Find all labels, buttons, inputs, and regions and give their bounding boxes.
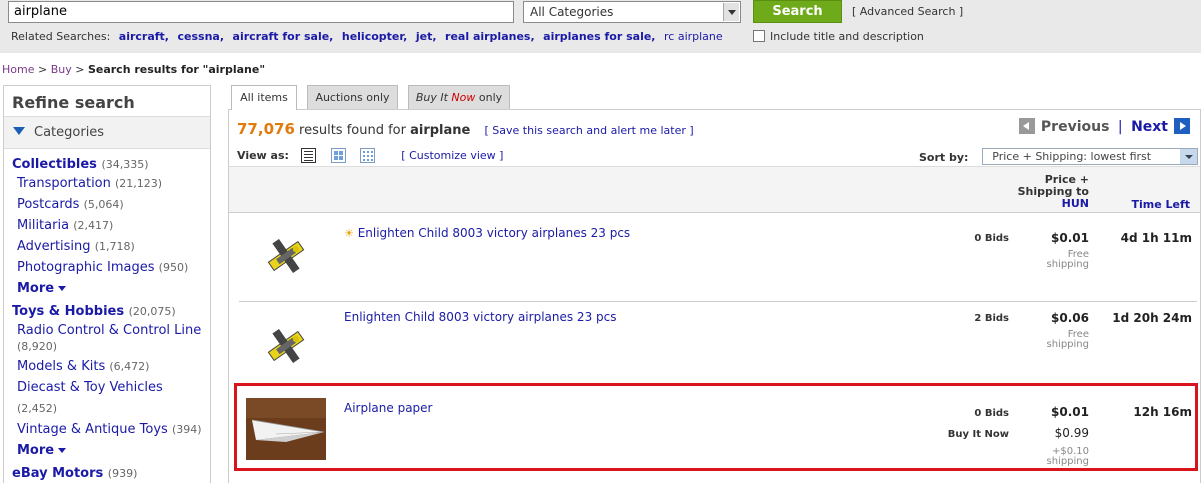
list-view-icon[interactable]	[300, 148, 316, 163]
more-categories-link[interactable]: More	[12, 440, 202, 461]
search-input[interactable]: airplane	[8, 1, 514, 23]
category-count: (394)	[171, 423, 202, 436]
view-as-controls: View as: [ Customize view ]	[237, 148, 504, 163]
save-search-link[interactable]: [ Save this search and alert me later ]	[485, 124, 694, 137]
subcategory-item[interactable]: Militaria (2,417)	[12, 215, 202, 236]
related-searches-label: Related Searches:	[11, 30, 111, 43]
result-count-number: 77,076	[237, 120, 295, 138]
category-select-value: All Categories	[530, 5, 614, 19]
bid-count: 2 Bids	[974, 313, 1009, 324]
category-select[interactable]: All Categories	[523, 1, 741, 23]
listing-title-link[interactable]: ☀ Enlighten Child 8003 victory airplanes…	[344, 226, 630, 240]
chevron-down-icon	[58, 286, 67, 291]
sort-select[interactable]: Price + Shipping: lowest first	[982, 148, 1199, 165]
next-page-link[interactable]: Next	[1131, 119, 1168, 135]
categories-header[interactable]: Categories	[4, 117, 210, 149]
chevron-down-icon[interactable]	[1180, 149, 1198, 164]
highlight-box	[234, 383, 1198, 471]
tab-all-items[interactable]: All items	[231, 85, 297, 110]
category-count: (1,718)	[94, 240, 135, 253]
category-count: (34,335)	[101, 158, 149, 171]
breadcrumb-separator: >	[34, 63, 51, 76]
results-count: 77,076 results found for airplane [ Save…	[237, 120, 694, 138]
category-count: (5,064)	[83, 198, 124, 211]
category-count: (6,472)	[109, 360, 150, 373]
results-column-header: Price + Shipping to HUN Time Left	[229, 166, 1200, 213]
price-column-header[interactable]: Price + Shipping to HUN	[1018, 174, 1089, 210]
category-count: (8,920)	[17, 340, 58, 353]
category-list: Collectibles (34,335) Transportation (21…	[4, 149, 210, 482]
time-left-column-header[interactable]: Time Left	[1131, 198, 1190, 211]
related-search-link[interactable]: aircraft,	[119, 30, 169, 43]
category-ebay-motors[interactable]: eBay Motors (939)	[12, 465, 202, 482]
toy-plane-image[interactable]	[246, 313, 326, 375]
grid-view-icon[interactable]	[360, 148, 376, 163]
listing-row: ☀ Enlighten Child 8003 victory airplanes…	[239, 223, 1197, 302]
chevron-down-icon	[58, 448, 67, 453]
advanced-search-link[interactable]: [ Advanced Search ]	[852, 5, 963, 18]
include-description-label: Include title and description	[770, 30, 924, 43]
featured-sun-icon: ☀	[344, 227, 354, 240]
related-search-link[interactable]: airplanes for sale,	[543, 30, 655, 43]
subcategory-item[interactable]: Radio Control & Control Line (8,920)	[12, 320, 202, 356]
item-price: $0.06	[1051, 311, 1089, 325]
related-search-link[interactable]: jet,	[416, 30, 437, 43]
chevron-down-icon[interactable]	[723, 3, 739, 21]
subcategory-item[interactable]: Advertising (1,718)	[12, 236, 202, 257]
breadcrumb-buy[interactable]: Buy	[51, 63, 72, 76]
subcategory-item[interactable]: Postcards (5,064)	[12, 194, 202, 215]
gallery-view-icon[interactable]	[330, 148, 346, 163]
related-search-link[interactable]: cessna,	[178, 30, 225, 43]
subcategory-item[interactable]: Models & Kits (6,472)	[12, 356, 202, 377]
toy-plane-image[interactable]	[246, 223, 326, 285]
pagination: Previous | Next	[1018, 118, 1190, 135]
shipping-info: Free shipping	[1046, 249, 1090, 270]
category-collectibles[interactable]: Collectibles (34,335)	[12, 156, 202, 173]
previous-page-link[interactable]: Previous	[1041, 119, 1110, 135]
include-description-checkbox[interactable]	[753, 30, 765, 42]
listing-title-link[interactable]: Enlighten Child 8003 victory airplanes 2…	[344, 310, 616, 324]
sort-controls: Sort by: Price + Shipping: lowest first	[919, 148, 1199, 165]
breadcrumb: Home > Buy > Search results for "airplan…	[2, 63, 265, 76]
related-searches: Related Searches: aircraft, cessna, airc…	[11, 30, 723, 43]
breadcrumb-separator: >	[71, 63, 88, 76]
breadcrumb-current: Search results for "airplane"	[87, 63, 266, 76]
subcategory-item[interactable]: Photographic Images (950)	[12, 257, 202, 278]
refine-search-title: Refine search	[4, 86, 210, 117]
more-categories-link[interactable]: More	[12, 278, 202, 299]
search-button[interactable]: Search	[753, 0, 842, 23]
related-search-link[interactable]: real airplanes,	[445, 30, 535, 43]
related-search-link[interactable]: aircraft for sale,	[233, 30, 334, 43]
categories-label: Categories	[34, 125, 105, 140]
customize-view-link[interactable]: [ Customize view ]	[401, 149, 503, 162]
category-count: (939)	[107, 467, 138, 480]
category-count: (2,452)	[17, 402, 58, 415]
include-description-option[interactable]: Include title and description	[753, 30, 924, 43]
search-header: airplane All Categories Search [ Advance…	[0, 0, 1201, 53]
category-toys-hobbies[interactable]: Toys & Hobbies (20,075)	[12, 303, 202, 320]
related-search-link[interactable]: helicopter,	[342, 30, 408, 43]
tab-auctions-only[interactable]: Auctions only	[307, 85, 398, 109]
shipping-info: Free shipping	[1046, 329, 1090, 350]
category-count: (2,417)	[73, 219, 114, 232]
subcategory-item[interactable]: Diecast & Toy Vehicles (2,452)	[12, 377, 202, 419]
item-price: $0.01	[1051, 231, 1089, 245]
category-count: (20,075)	[128, 305, 176, 318]
subcategory-item[interactable]: Vintage & Antique Toys (394)	[12, 419, 202, 440]
breadcrumb-home[interactable]: Home	[2, 63, 34, 76]
related-search-link[interactable]: rc airplane	[664, 30, 723, 43]
collapse-triangle-icon[interactable]	[13, 127, 25, 135]
tab-buy-it-now-only[interactable]: Buy It Now only	[408, 85, 510, 109]
time-left: 1d 20h 24m	[1112, 311, 1192, 325]
refine-search-panel: Refine search Categories Collectibles (3…	[3, 85, 211, 483]
category-count: (21,123)	[115, 177, 163, 190]
time-left: 4d 1h 11m	[1120, 231, 1192, 245]
previous-arrow-icon[interactable]	[1018, 118, 1035, 134]
bid-count: 0 Bids	[974, 233, 1009, 244]
next-arrow-icon[interactable]	[1174, 118, 1190, 134]
subcategory-item[interactable]: Transportation (21,123)	[12, 173, 202, 194]
listing-row: Enlighten Child 8003 victory airplanes 2…	[239, 303, 1197, 381]
category-count: (950)	[158, 261, 189, 274]
